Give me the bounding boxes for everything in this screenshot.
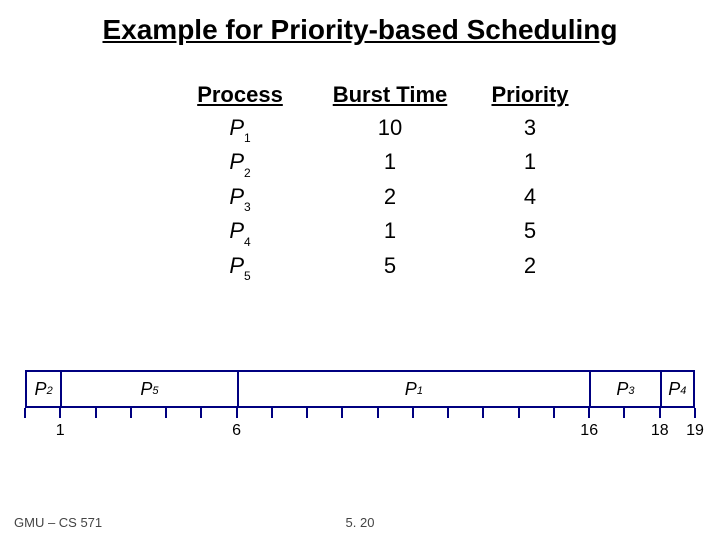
gantt-tick <box>236 408 238 418</box>
gantt-time-label: 6 <box>232 422 241 440</box>
table-row: P3 2 4 <box>170 180 590 214</box>
gantt-tick <box>24 408 26 418</box>
footer-slide-number: 5. 20 <box>0 515 720 530</box>
gantt-tick <box>200 408 202 418</box>
gantt-time-label: 19 <box>686 422 704 440</box>
cell-process: P1 <box>170 111 310 145</box>
cell-process: P2 <box>170 145 310 179</box>
gantt-ticks: 16161819 <box>25 408 695 420</box>
cell-burst: 5 <box>310 249 470 283</box>
gantt-tick <box>377 408 379 418</box>
cell-process: P3 <box>170 180 310 214</box>
gantt-tick <box>553 408 555 418</box>
table-row: P4 1 5 <box>170 214 590 248</box>
table-header-row: Process Burst Time Priority <box>170 78 590 111</box>
gantt-segment: P4 <box>660 372 695 406</box>
cell-burst: 10 <box>310 111 470 145</box>
gantt-segment: P2 <box>25 372 60 406</box>
cell-priority: 2 <box>470 249 590 283</box>
gantt-tick <box>694 408 696 418</box>
table-row: P1 10 3 <box>170 111 590 145</box>
gantt-tick <box>447 408 449 418</box>
gantt-tick <box>588 408 590 418</box>
gantt-tick <box>412 408 414 418</box>
cell-process: P4 <box>170 214 310 248</box>
cell-process: P5 <box>170 249 310 283</box>
gantt-tick <box>271 408 273 418</box>
gantt-tick <box>306 408 308 418</box>
gantt-segment: P5 <box>60 372 236 406</box>
gantt-tick <box>341 408 343 418</box>
gantt-tick <box>59 408 61 418</box>
gantt-segment: P3 <box>589 372 660 406</box>
gantt-tick <box>518 408 520 418</box>
gantt-tick <box>95 408 97 418</box>
cell-priority: 4 <box>470 180 590 214</box>
cell-priority: 5 <box>470 214 590 248</box>
table-row: P5 5 2 <box>170 249 590 283</box>
gantt-bar: P2P5P1P3P4 <box>25 370 695 408</box>
gantt-chart: P2P5P1P3P4 16161819 <box>25 370 695 408</box>
gantt-time-label: 18 <box>651 422 669 440</box>
cell-priority: 3 <box>470 111 590 145</box>
cell-burst: 1 <box>310 145 470 179</box>
gantt-tick <box>482 408 484 418</box>
cell-priority: 1 <box>470 145 590 179</box>
gantt-time-label: 16 <box>580 422 598 440</box>
table-row: P2 1 1 <box>170 145 590 179</box>
gantt-tick <box>623 408 625 418</box>
gantt-time-label: 1 <box>56 422 65 440</box>
gantt-segment: P1 <box>237 372 590 406</box>
gantt-tick <box>659 408 661 418</box>
header-process: Process <box>170 78 310 111</box>
gantt-tick <box>130 408 132 418</box>
process-table: Process Burst Time Priority P1 10 3 P2 1… <box>170 78 590 283</box>
slide-title: Example for Priority-based Scheduling <box>0 14 720 46</box>
gantt-tick <box>165 408 167 418</box>
cell-burst: 1 <box>310 214 470 248</box>
cell-burst: 2 <box>310 180 470 214</box>
header-burst: Burst Time <box>310 78 470 111</box>
header-priority: Priority <box>470 78 590 111</box>
